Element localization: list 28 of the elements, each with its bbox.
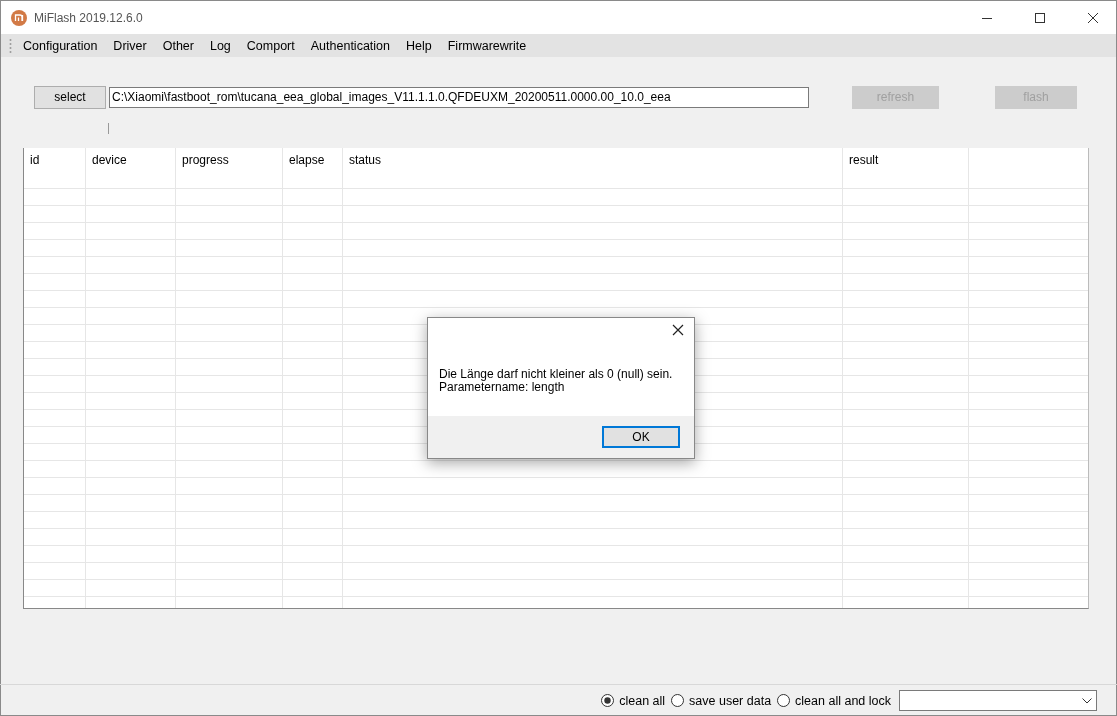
column-header: elapse [283,148,343,188]
select-button[interactable]: select [34,85,106,109]
menu-item[interactable]: Authentication [306,34,402,57]
menu-item[interactable]: Firmwarewrite [443,34,539,57]
maximize-icon[interactable] [1035,12,1045,23]
ok-button[interactable]: OK [602,426,680,448]
column-header: id [24,148,86,188]
window-title: MiFlash 2019.12.6.0 [34,10,144,25]
column-header: device [86,148,176,188]
dropdown-field[interactable] [899,690,1097,711]
menu-item[interactable]: Driver [109,34,159,57]
path-field[interactable]: C:\Xiaomi\fastboot_rom\tucana_eea_global_images_V11.1.1.0.QFDEUXM_20200511.0000.00_10.0_eea [109,86,809,108]
radio-option[interactable]: clean all [601,693,666,708]
menu-item[interactable]: Configuration [19,34,110,57]
radio-option[interactable]: save user data [671,693,772,708]
column-header: result [843,148,969,188]
chevron-down-icon [1082,697,1092,704]
grip-icon [9,37,12,54]
menu-item[interactable]: Comport [242,34,307,57]
menu-item[interactable]: Help [402,34,444,57]
app-logo-icon [11,9,27,26]
close-icon[interactable] [1088,12,1098,23]
column-header: status [343,148,843,188]
menu-item[interactable]: Log [205,34,243,57]
menu-item[interactable]: Other [158,34,206,57]
radio-option[interactable]: clean all and lock [777,693,891,708]
column-header: progress [176,148,283,188]
error-message: Die Länge darf nicht kleiner als 0 (null) sein. Parametername: length [438,366,674,396]
